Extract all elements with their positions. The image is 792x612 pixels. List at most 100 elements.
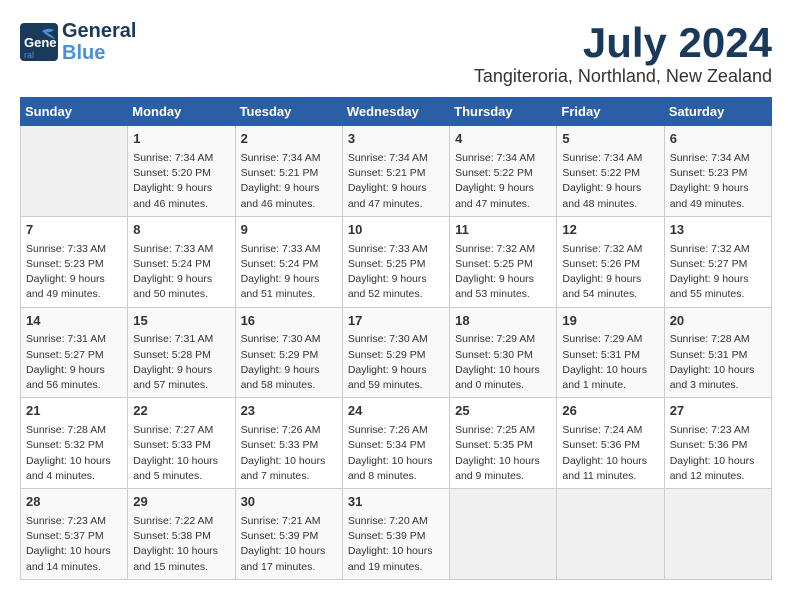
calendar-cell: 26 Sunrise: 7:24 AM Sunset: 5:36 PM Dayli… xyxy=(557,398,664,489)
day-number: 31 xyxy=(348,493,444,512)
calendar-cell: 11Sunrise: 7:32 AM Sunset: 5:25 PM Dayli… xyxy=(450,216,557,307)
day-number: 25 xyxy=(455,402,551,421)
day-number: 2 xyxy=(241,130,337,149)
day-info: Sunrise: 7:28 AM Sunset: 5:31 PM Dayligh… xyxy=(670,332,766,393)
calendar-cell: 3 Sunrise: 7:34 AM Sunset: 5:21 PM Daylig… xyxy=(342,126,449,217)
day-info: Sunrise: 7:34 AM Sunset: 5:20 PM Dayligh… xyxy=(133,151,229,212)
calendar-cell xyxy=(450,489,557,580)
day-info: Sunrise: 7:22 AM Sunset: 5:38 PM Dayligh… xyxy=(133,514,229,575)
day-info: Sunrise: 7:34 AM Sunset: 5:22 PM Dayligh… xyxy=(455,151,551,212)
calendar-cell: 8 Sunrise: 7:33 AM Sunset: 5:24 PM Daylig… xyxy=(128,216,235,307)
day-info: Sunrise: 7:29 AM Sunset: 5:31 PM Dayligh… xyxy=(562,332,658,393)
header-saturday: Saturday xyxy=(664,98,771,126)
day-number: 30 xyxy=(241,493,337,512)
day-info: Sunrise: 7:30 AM Sunset: 5:29 PM Dayligh… xyxy=(241,332,337,393)
day-info: Sunrise: 7:24 AM Sunset: 5:36 PM Dayligh… xyxy=(562,423,658,484)
day-number: 1 xyxy=(133,130,229,149)
calendar-cell: 12 Sunrise: 7:32 AM Sunset: 5:26 PM Dayli… xyxy=(557,216,664,307)
day-number: 21 xyxy=(26,402,122,421)
calendar-cell xyxy=(664,489,771,580)
calendar-cell: 19Sunrise: 7:29 AM Sunset: 5:31 PM Dayli… xyxy=(557,307,664,398)
day-info: Sunrise: 7:33 AM Sunset: 5:24 PM Dayligh… xyxy=(241,242,337,303)
calendar-cell: 20Sunrise: 7:28 AM Sunset: 5:31 PM Dayli… xyxy=(664,307,771,398)
calendar-cell: 28Sunrise: 7:23 AM Sunset: 5:37 PM Dayli… xyxy=(21,489,128,580)
day-number: 10 xyxy=(348,221,444,240)
day-number: 3 xyxy=(348,130,444,149)
day-info: Sunrise: 7:33 AM Sunset: 5:24 PM Dayligh… xyxy=(133,242,229,303)
calendar-cell: 15Sunrise: 7:31 AM Sunset: 5:28 PM Dayli… xyxy=(128,307,235,398)
calendar-cell: 4 Sunrise: 7:34 AM Sunset: 5:22 PM Daylig… xyxy=(450,126,557,217)
day-info: Sunrise: 7:32 AM Sunset: 5:26 PM Dayligh… xyxy=(562,242,658,303)
calendar-cell: 14Sunrise: 7:31 AM Sunset: 5:27 PM Dayli… xyxy=(21,307,128,398)
day-number: 20 xyxy=(670,312,766,331)
calendar-header-row: SundayMondayTuesdayWednesdayThursdayFrid… xyxy=(21,98,772,126)
header-wednesday: Wednesday xyxy=(342,98,449,126)
day-number: 5 xyxy=(562,130,658,149)
day-info: Sunrise: 7:34 AM Sunset: 5:22 PM Dayligh… xyxy=(562,151,658,212)
day-number: 4 xyxy=(455,130,551,149)
day-number: 18 xyxy=(455,312,551,331)
logo-general: General xyxy=(62,20,136,42)
day-info: Sunrise: 7:28 AM Sunset: 5:32 PM Dayligh… xyxy=(26,423,122,484)
page-title: July 2024 xyxy=(474,20,772,66)
header-sunday: Sunday xyxy=(21,98,128,126)
day-info: Sunrise: 7:34 AM Sunset: 5:21 PM Dayligh… xyxy=(348,151,444,212)
day-info: Sunrise: 7:30 AM Sunset: 5:29 PM Dayligh… xyxy=(348,332,444,393)
calendar-cell: 25Sunrise: 7:25 AM Sunset: 5:35 PM Dayli… xyxy=(450,398,557,489)
day-info: Sunrise: 7:33 AM Sunset: 5:23 PM Dayligh… xyxy=(26,242,122,303)
day-number: 24 xyxy=(348,402,444,421)
calendar-week-1: 1 Sunrise: 7:34 AM Sunset: 5:20 PM Daylig… xyxy=(21,126,772,217)
day-number: 17 xyxy=(348,312,444,331)
calendar-cell: 7 Sunrise: 7:33 AM Sunset: 5:23 PM Daylig… xyxy=(21,216,128,307)
calendar-cell: 22 Sunrise: 7:27 AM Sunset: 5:33 PM Dayli… xyxy=(128,398,235,489)
day-info: Sunrise: 7:34 AM Sunset: 5:23 PM Dayligh… xyxy=(670,151,766,212)
calendar-cell: 21 Sunrise: 7:28 AM Sunset: 5:32 PM Dayli… xyxy=(21,398,128,489)
calendar-cell: 2Sunrise: 7:34 AM Sunset: 5:21 PM Daylig… xyxy=(235,126,342,217)
header-thursday: Thursday xyxy=(450,98,557,126)
calendar-cell: 9Sunrise: 7:33 AM Sunset: 5:24 PM Daylig… xyxy=(235,216,342,307)
header-friday: Friday xyxy=(557,98,664,126)
day-number: 14 xyxy=(26,312,122,331)
day-number: 29 xyxy=(133,493,229,512)
calendar-cell: 17Sunrise: 7:30 AM Sunset: 5:29 PM Dayli… xyxy=(342,307,449,398)
day-number: 7 xyxy=(26,221,122,240)
day-number: 27 xyxy=(670,402,766,421)
day-info: Sunrise: 7:31 AM Sunset: 5:28 PM Dayligh… xyxy=(133,332,229,393)
day-number: 23 xyxy=(241,402,337,421)
day-number: 19 xyxy=(562,312,658,331)
day-info: Sunrise: 7:21 AM Sunset: 5:39 PM Dayligh… xyxy=(241,514,337,575)
calendar-cell: 23 Sunrise: 7:26 AM Sunset: 5:33 PM Dayli… xyxy=(235,398,342,489)
day-number: 15 xyxy=(133,312,229,331)
calendar-week-3: 14Sunrise: 7:31 AM Sunset: 5:27 PM Dayli… xyxy=(21,307,772,398)
day-number: 8 xyxy=(133,221,229,240)
calendar-cell: 29 Sunrise: 7:22 AM Sunset: 5:38 PM Dayli… xyxy=(128,489,235,580)
day-info: Sunrise: 7:26 AM Sunset: 5:33 PM Dayligh… xyxy=(241,423,337,484)
calendar-cell: 5 Sunrise: 7:34 AM Sunset: 5:22 PM Daylig… xyxy=(557,126,664,217)
calendar-cell: 24 Sunrise: 7:26 AM Sunset: 5:34 PM Dayli… xyxy=(342,398,449,489)
day-number: 11 xyxy=(455,221,551,240)
calendar-week-5: 28Sunrise: 7:23 AM Sunset: 5:37 PM Dayli… xyxy=(21,489,772,580)
day-info: Sunrise: 7:26 AM Sunset: 5:34 PM Dayligh… xyxy=(348,423,444,484)
calendar-cell: 18Sunrise: 7:29 AM Sunset: 5:30 PM Dayli… xyxy=(450,307,557,398)
calendar-cell: 16Sunrise: 7:30 AM Sunset: 5:29 PM Dayli… xyxy=(235,307,342,398)
calendar-cell: 30 Sunrise: 7:21 AM Sunset: 5:39 PM Dayli… xyxy=(235,489,342,580)
day-info: Sunrise: 7:27 AM Sunset: 5:33 PM Dayligh… xyxy=(133,423,229,484)
calendar-cell: 6Sunrise: 7:34 AM Sunset: 5:23 PM Daylig… xyxy=(664,126,771,217)
calendar-table: SundayMondayTuesdayWednesdayThursdayFrid… xyxy=(20,97,772,580)
day-info: Sunrise: 7:29 AM Sunset: 5:30 PM Dayligh… xyxy=(455,332,551,393)
svg-text:ral: ral xyxy=(24,50,34,60)
calendar-cell xyxy=(21,126,128,217)
page-subtitle: Tangiteroria, Northland, New Zealand xyxy=(474,66,772,87)
calendar-cell: 10Sunrise: 7:33 AM Sunset: 5:25 PM Dayli… xyxy=(342,216,449,307)
day-info: Sunrise: 7:23 AM Sunset: 5:36 PM Dayligh… xyxy=(670,423,766,484)
day-number: 12 xyxy=(562,221,658,240)
logo-icon: Gene ral xyxy=(20,23,58,61)
day-number: 16 xyxy=(241,312,337,331)
calendar-cell xyxy=(557,489,664,580)
day-number: 22 xyxy=(133,402,229,421)
day-number: 26 xyxy=(562,402,658,421)
header-tuesday: Tuesday xyxy=(235,98,342,126)
day-number: 13 xyxy=(670,221,766,240)
day-info: Sunrise: 7:32 AM Sunset: 5:27 PM Dayligh… xyxy=(670,242,766,303)
day-info: Sunrise: 7:23 AM Sunset: 5:37 PM Dayligh… xyxy=(26,514,122,575)
